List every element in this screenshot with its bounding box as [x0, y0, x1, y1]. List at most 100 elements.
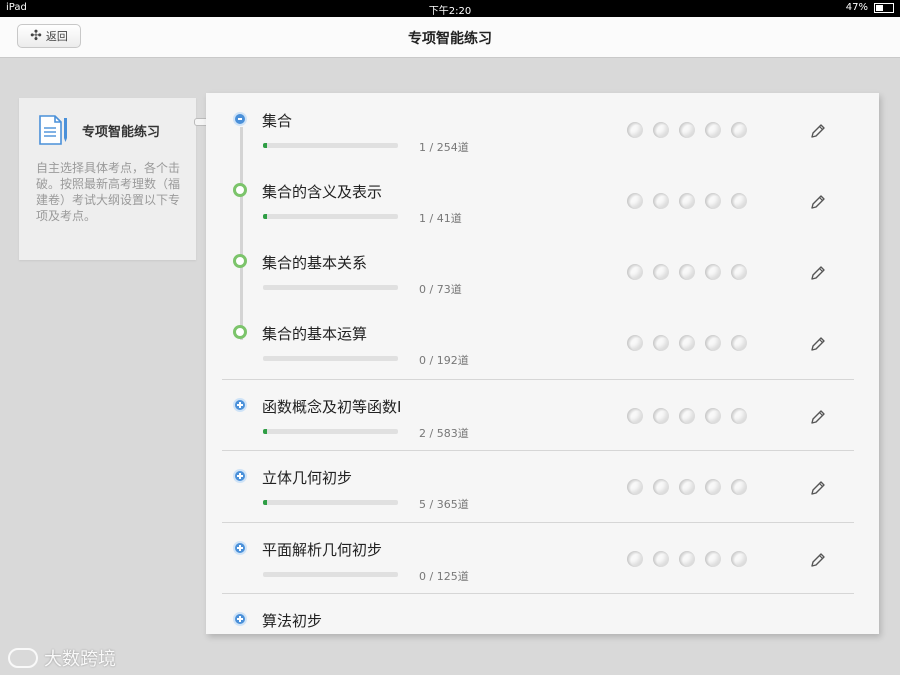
progress-bar — [263, 356, 398, 361]
point-marker-icon — [233, 325, 247, 339]
moon-icon — [705, 264, 721, 280]
moon-icon — [627, 551, 643, 567]
status-bar: iPad 下午2:20 47% — [0, 0, 900, 17]
moon-icon — [653, 551, 669, 567]
mastery-rating — [627, 551, 747, 567]
moon-icon — [627, 264, 643, 280]
moon-icon — [627, 193, 643, 209]
section-divider — [222, 593, 854, 594]
moon-icon — [705, 408, 721, 424]
side-card-title: 专项智能练习 — [82, 125, 161, 140]
expand-icon[interactable] — [233, 469, 247, 483]
progress-fill — [263, 429, 267, 434]
moon-icon — [627, 408, 643, 424]
moon-icon — [627, 335, 643, 351]
moon-icon — [679, 264, 695, 280]
topic-row[interactable]: 集合的基本运算 0 / 192道 — [206, 306, 879, 377]
topic-title: 立体几何初步 — [262, 469, 353, 487]
side-card: 专项智能练习 自主选择具体考点，各个击破。按照最新高考理数（福建卷）考试大纲设置… — [19, 98, 196, 260]
moon-icon — [653, 193, 669, 209]
question-count: 2 / 583道 — [419, 427, 469, 440]
topic-row[interactable]: 平面解析几何初步 0 / 125道 — [206, 522, 879, 593]
mastery-rating — [627, 264, 747, 280]
expand-icon[interactable] — [233, 612, 247, 626]
topic-title: 集合的含义及表示 — [262, 183, 383, 201]
expand-icon[interactable] — [233, 541, 247, 555]
pencil-icon[interactable] — [809, 122, 827, 140]
topic-title: 函数概念及初等函数I — [262, 398, 402, 416]
moon-icon — [705, 122, 721, 138]
moon-icon — [731, 479, 747, 495]
question-count: 5 / 365道 — [419, 498, 469, 511]
topic-title: 集合的基本关系 — [262, 254, 368, 272]
moon-icon — [679, 335, 695, 351]
moon-icon — [705, 551, 721, 567]
progress-bar — [263, 500, 398, 505]
mastery-rating — [627, 335, 747, 351]
mastery-rating — [627, 122, 747, 138]
topic-row[interactable]: 集合的基本关系 0 / 73道 — [206, 235, 879, 306]
point-marker-icon — [233, 183, 247, 197]
point-marker-icon — [233, 254, 247, 268]
topic-title: 集合的基本运算 — [262, 325, 368, 343]
watermark-logo-icon — [8, 648, 38, 668]
status-right: 47% — [846, 2, 894, 13]
pencil-icon[interactable] — [809, 408, 827, 426]
moon-icon — [679, 193, 695, 209]
expand-icon[interactable] — [233, 398, 247, 412]
progress-bar — [263, 285, 398, 290]
topic-row[interactable]: 立体几何初步 5 / 365道 — [206, 450, 879, 521]
question-count: 0 / 125道 — [419, 570, 469, 583]
moon-icon — [627, 122, 643, 138]
question-count: 0 / 192道 — [419, 354, 469, 367]
clock: 下午2:20 — [428, 6, 472, 17]
collapse-icon[interactable] — [233, 112, 247, 126]
document-icon — [37, 114, 69, 150]
question-count: 0 / 73道 — [419, 283, 462, 296]
moon-icon — [653, 264, 669, 280]
topic-row[interactable]: 函数概念及初等函数I 2 / 583道 — [206, 379, 879, 450]
moon-icon — [705, 335, 721, 351]
moon-icon — [679, 122, 695, 138]
battery-icon — [874, 2, 894, 13]
pencil-icon[interactable] — [809, 193, 827, 211]
question-count: 1 / 41道 — [419, 212, 462, 225]
progress-fill — [263, 500, 267, 505]
topic-title: 平面解析几何初步 — [262, 541, 383, 559]
progress-bar — [263, 214, 398, 219]
moon-icon — [731, 335, 747, 351]
pencil-icon[interactable] — [809, 335, 827, 353]
moon-icon — [627, 479, 643, 495]
moon-icon — [653, 479, 669, 495]
topic-row[interactable]: 算法初步 — [206, 593, 879, 634]
progress-bar — [263, 143, 398, 148]
page-title: 专项智能练习 — [408, 31, 492, 47]
moon-icon — [679, 408, 695, 424]
watermark: 大数跨境 — [8, 645, 116, 671]
watermark-text: 大数跨境 — [44, 649, 116, 670]
topic-title: 集合 — [262, 112, 293, 130]
topic-title: 算法初步 — [262, 612, 323, 630]
progress-fill — [263, 214, 267, 219]
moon-icon — [731, 264, 747, 280]
moon-icon — [653, 335, 669, 351]
nav-bar: ✣ 返回 专项智能练习 — [0, 17, 900, 58]
question-count: 1 / 254道 — [419, 141, 469, 154]
pencil-icon[interactable] — [809, 264, 827, 282]
topic-row[interactable]: 集合 1 / 254道 — [206, 93, 879, 164]
progress-bar — [263, 429, 398, 434]
moon-icon — [679, 551, 695, 567]
topic-row[interactable]: 集合的含义及表示 1 / 41道 — [206, 164, 879, 235]
moon-icon — [679, 479, 695, 495]
moon-icon — [705, 479, 721, 495]
section-divider — [222, 522, 854, 523]
section-divider — [222, 379, 854, 380]
mastery-rating — [627, 408, 747, 424]
moon-icon — [705, 193, 721, 209]
pencil-icon[interactable] — [809, 479, 827, 497]
moon-icon — [731, 122, 747, 138]
moon-icon — [653, 122, 669, 138]
pencil-icon[interactable] — [809, 551, 827, 569]
moon-icon — [731, 193, 747, 209]
side-card-description: 自主选择具体考点，各个击破。按照最新高考理数（福建卷）考试大纲设置以下专项及考点… — [36, 161, 181, 223]
